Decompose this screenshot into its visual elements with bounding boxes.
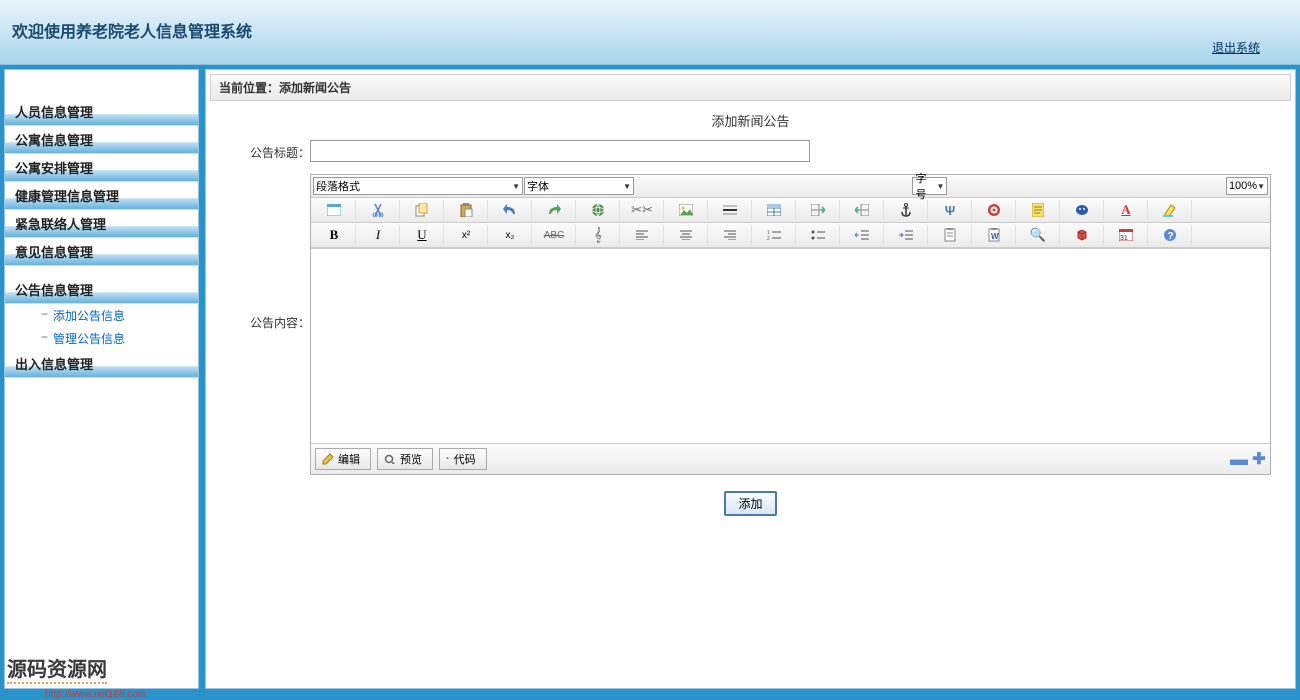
editor-footer: 编辑 预览 ·代码 ▬ ✚ (311, 443, 1270, 474)
breadcrumb: 当前位置：添加新闻公告 (210, 74, 1291, 101)
redo-icon[interactable] (533, 200, 576, 220)
logout-link[interactable]: 退出系统 (1212, 39, 1260, 56)
strike-icon[interactable]: ABC (533, 225, 576, 245)
app-header: 欢迎使用养老院老人信息管理系统 退出系统 (0, 0, 1300, 65)
size-select[interactable]: 字号▼ (912, 177, 947, 195)
title-label: 公告标题： (230, 140, 310, 161)
highlight-icon[interactable] (1149, 200, 1192, 220)
content-label: 公告内容： (230, 174, 310, 331)
unlink-icon[interactable]: ✂✂ (621, 200, 664, 220)
sidebar: 人员信息管理 公寓信息管理 公寓安排管理 健康管理信息管理 紧急联络人管理 意见… (4, 69, 199, 689)
indent-cell-icon[interactable] (797, 200, 840, 220)
new-icon[interactable] (313, 200, 356, 220)
toolbar-row-2: ✂✂ Ψ A (311, 198, 1270, 223)
zoom-select[interactable]: 100% ▼ (1226, 177, 1268, 195)
date-icon[interactable]: 31 (1105, 225, 1148, 245)
sub-manage-notice[interactable]: 管理公告信息 (5, 327, 198, 350)
form-caption: 添加新闻公告 (210, 101, 1291, 134)
nav-emergency[interactable]: 紧急联络人管理 (5, 210, 198, 238)
watermark-text: 源码资源网 (7, 653, 107, 684)
emoji-icon[interactable] (1061, 200, 1104, 220)
align-center-icon[interactable] (665, 225, 708, 245)
title-input[interactable] (310, 140, 810, 162)
align-right-icon[interactable] (709, 225, 752, 245)
submit-row: 添加 (210, 481, 1291, 526)
outdent-cell-icon[interactable] (841, 200, 884, 220)
superscript-icon[interactable]: x² (445, 225, 488, 245)
nav-apartment-info[interactable]: 公寓信息管理 (5, 126, 198, 154)
svg-text:2: 2 (767, 236, 770, 240)
title-row: 公告标题： (210, 134, 1291, 168)
media-icon[interactable] (973, 200, 1016, 220)
mode-code[interactable]: ·代码 (439, 448, 487, 470)
undo-icon[interactable] (489, 200, 532, 220)
bold-icon[interactable]: B (313, 225, 356, 245)
mode-edit[interactable]: 编辑 (315, 448, 371, 470)
unordered-list-icon[interactable] (797, 225, 840, 245)
fontcolor-icon[interactable]: A (1105, 200, 1148, 220)
sub-add-notice[interactable]: 添加公告信息 (5, 304, 198, 327)
image-icon[interactable] (665, 200, 708, 220)
table-icon[interactable] (753, 200, 796, 220)
paste-word-icon[interactable]: W (973, 225, 1016, 245)
mode-preview[interactable]: 预览 (377, 448, 433, 470)
attachment-icon[interactable]: 𝄞 (577, 225, 620, 245)
indent-icon[interactable] (885, 225, 928, 245)
help-icon[interactable]: ? (1149, 225, 1192, 245)
nav-personnel[interactable]: 人员信息管理 (5, 98, 198, 126)
special-char-icon[interactable]: Ψ (929, 200, 972, 220)
font-select[interactable]: 字体▼ (524, 177, 634, 195)
cut-icon[interactable] (357, 200, 400, 220)
app-title: 欢迎使用养老院老人信息管理系统 (0, 0, 1300, 42)
outdent-icon[interactable] (841, 225, 884, 245)
ordered-list-icon[interactable]: 12 (753, 225, 796, 245)
nav-health[interactable]: 健康管理信息管理 (5, 182, 198, 210)
toolbar-row-3: B I U x² x₂ ABC 𝄞 12 W 🔍 (311, 223, 1270, 248)
editor-canvas[interactable] (311, 248, 1270, 443)
cube-icon[interactable] (1061, 225, 1104, 245)
submit-button[interactable]: 添加 (724, 491, 776, 516)
svg-text:31: 31 (1120, 235, 1128, 241)
paste-text-icon[interactable] (929, 225, 972, 245)
nav-access[interactable]: 出入信息管理 (5, 350, 198, 378)
note-icon[interactable] (1017, 200, 1060, 220)
toolbar-row-1: 段落格式▼ 字体▼ 字号▼ 100% ▼ (311, 175, 1270, 198)
hr-icon[interactable] (709, 200, 752, 220)
align-left-icon[interactable] (621, 225, 664, 245)
find-icon[interactable]: 🔍 (1017, 225, 1060, 245)
content-row: 公告内容： 段落格式▼ 字体▼ 字号▼ 100% ▼ (210, 168, 1291, 481)
nav-opinion[interactable]: 意见信息管理 (5, 238, 198, 266)
rich-editor: 段落格式▼ 字体▼ 字号▼ 100% ▼ ✂✂ (310, 174, 1271, 475)
link-icon[interactable] (577, 200, 620, 220)
nav-notice[interactable]: 公告信息管理 (5, 276, 198, 304)
svg-text:W: W (991, 232, 999, 241)
expand-icon[interactable]: ✚ (1252, 452, 1266, 466)
subscript-icon[interactable]: x₂ (489, 225, 532, 245)
main-area: 人员信息管理 公寓信息管理 公寓安排管理 健康管理信息管理 紧急联络人管理 意见… (0, 65, 1300, 689)
content-panel: 当前位置：添加新闻公告 添加新闻公告 公告标题： 公告内容： 段落格式▼ 字体▼… (205, 69, 1296, 689)
underline-icon[interactable]: U (401, 225, 444, 245)
paragraph-select[interactable]: 段落格式▼ (313, 177, 523, 195)
italic-icon[interactable]: I (357, 225, 400, 245)
watermark-url: http://www.net168.com (45, 689, 146, 700)
nav-apartment-arrange[interactable]: 公寓安排管理 (5, 154, 198, 182)
paste-icon[interactable] (445, 200, 488, 220)
collapse-icon[interactable]: ▬ (1232, 452, 1246, 466)
anchor-icon[interactable] (885, 200, 928, 220)
copy-icon[interactable] (401, 200, 444, 220)
svg-text:?: ? (1168, 231, 1174, 242)
